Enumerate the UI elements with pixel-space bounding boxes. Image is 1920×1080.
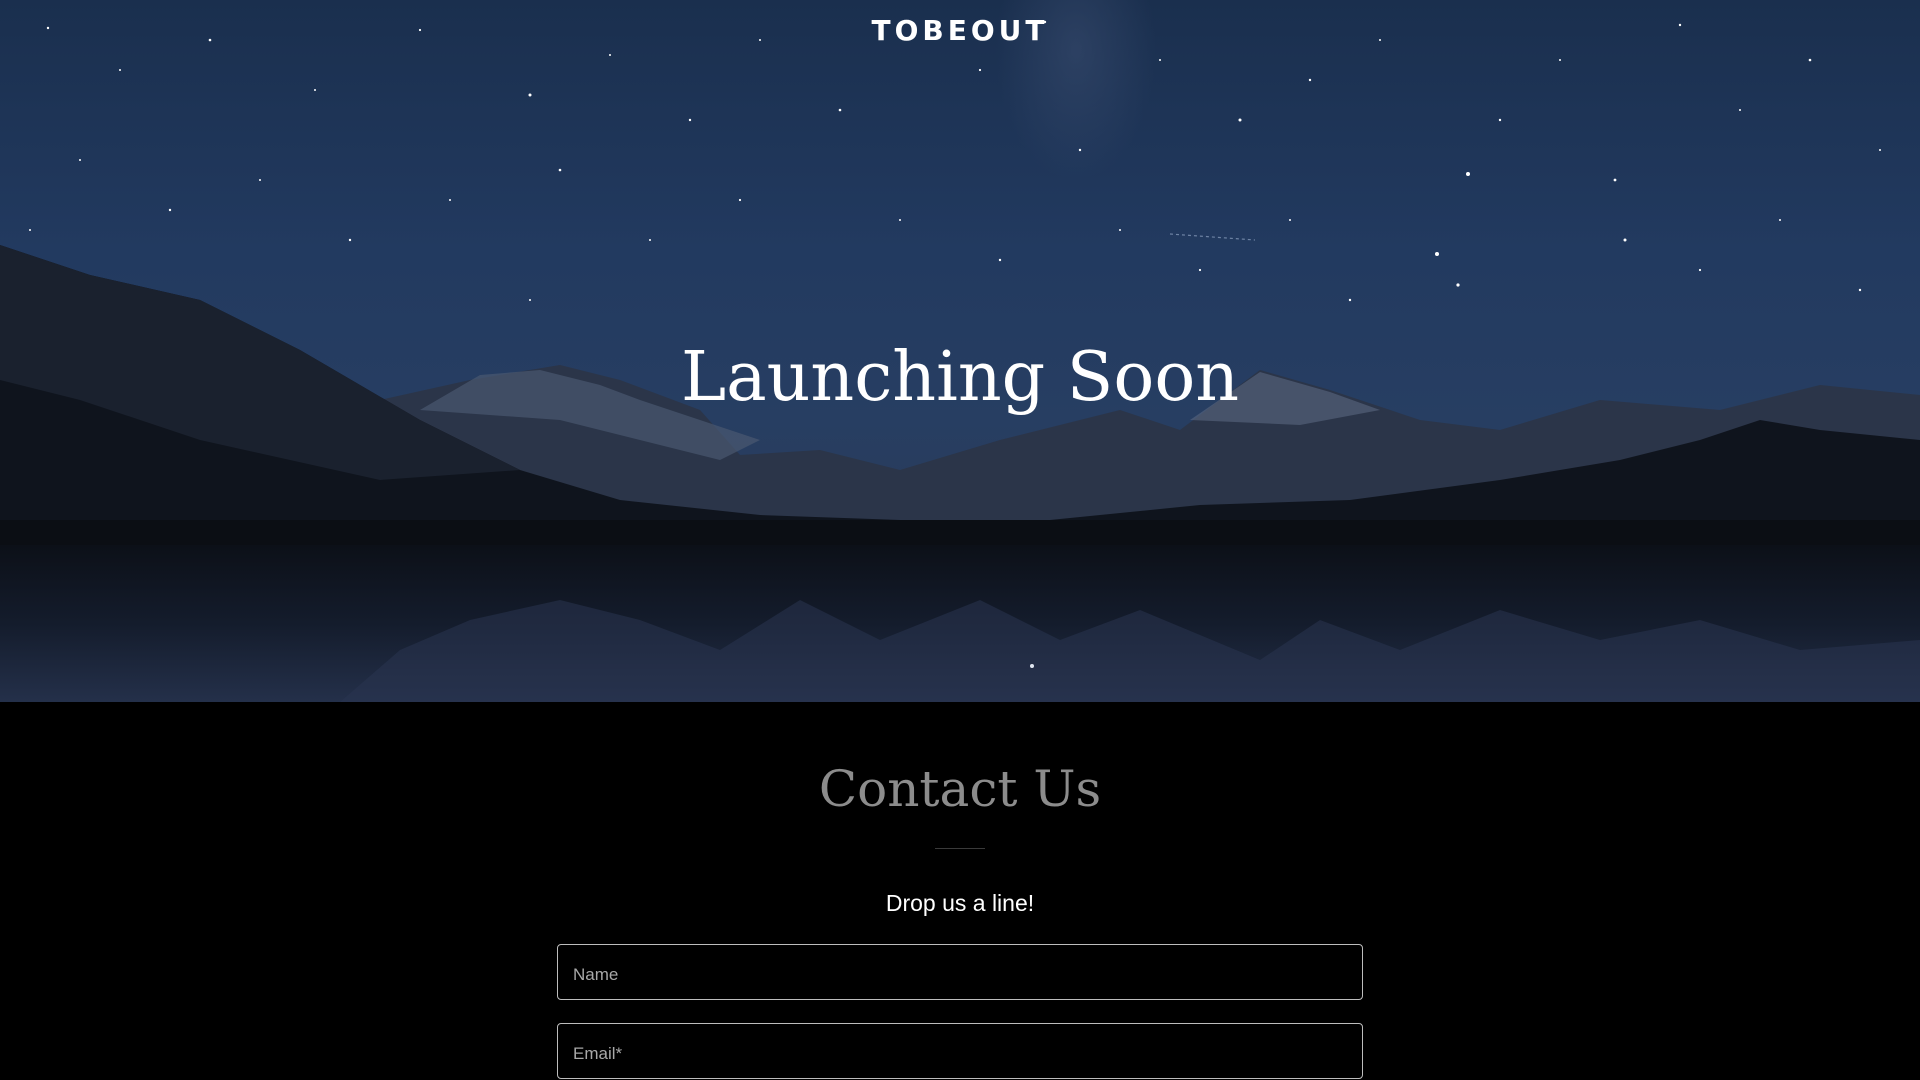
section-divider: [935, 848, 985, 849]
name-field-box[interactable]: [557, 944, 1363, 1000]
contact-title: Contact Us: [818, 760, 1102, 818]
email-field-box[interactable]: [557, 1023, 1363, 1079]
contact-section: Contact Us Drop us a line!: [0, 702, 1920, 1080]
name-field[interactable]: [573, 965, 1347, 985]
hero-title: Launching Soon: [680, 338, 1240, 417]
hero-section: TOBEOUT Launching Soon: [0, 0, 1920, 702]
site-brand-logo[interactable]: TOBEOUT: [0, 14, 1920, 47]
email-field[interactable]: [573, 1044, 1347, 1064]
contact-tagline: Drop us a line!: [885, 890, 1035, 916]
